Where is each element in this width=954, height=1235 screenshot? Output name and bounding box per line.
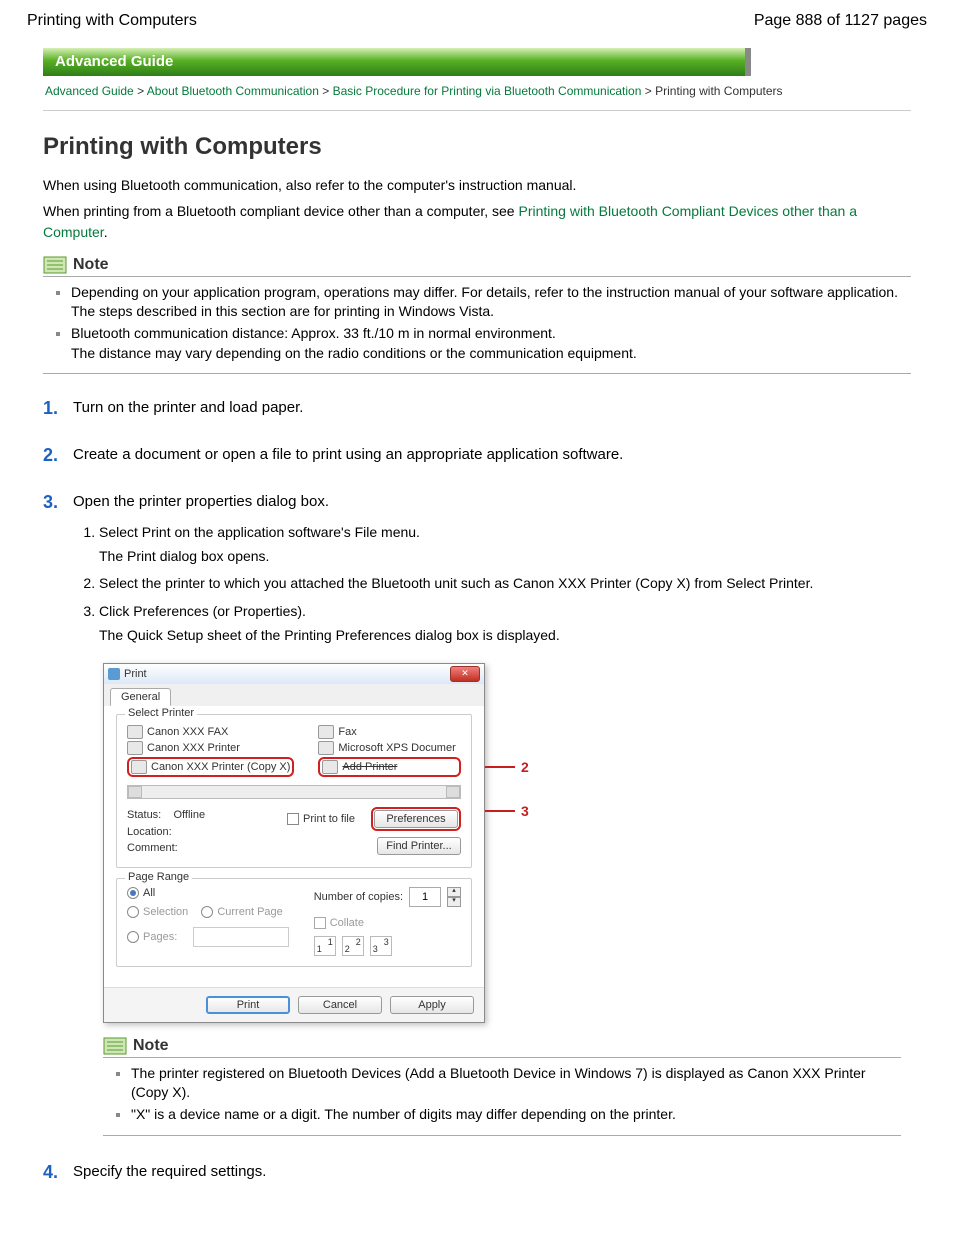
printer-item[interactable]: Canon XXX Printer	[127, 741, 294, 755]
collate-illustration: 11 22 33	[314, 936, 461, 956]
breadcrumb: Advanced Guide > About Bluetooth Communi…	[43, 76, 911, 111]
header-right: Page 888 of 1127 pages	[754, 12, 927, 30]
inner-note-heading: Note	[103, 1037, 901, 1058]
location-label: Location:	[127, 824, 205, 841]
radio-pages: Pages:	[127, 931, 177, 943]
step-1-text: Turn on the printer and load paper.	[73, 398, 303, 416]
breadcrumb-sep: >	[645, 84, 655, 98]
add-icon	[322, 760, 338, 774]
inner-note-2: "X" is a device name or a digit. The num…	[131, 1106, 676, 1122]
print-dialog: Print ✕ General Select Printer	[103, 663, 485, 1023]
inner-note-label: Note	[133, 1037, 169, 1055]
group-title-select-printer: Select Printer	[125, 707, 197, 719]
radio-current-page: Current Page	[201, 906, 282, 918]
breadcrumb-link-1[interactable]: Advanced Guide	[45, 84, 134, 98]
step-3: 3. Open the printer properties dialog bo…	[43, 492, 911, 1135]
step-3-number: 3.	[43, 492, 63, 513]
comment-label: Comment:	[127, 840, 205, 857]
pages-input[interactable]	[193, 927, 289, 947]
radio-selection: Selection	[127, 906, 188, 918]
callout-3: 3	[521, 803, 529, 819]
printer-item[interactable]: Microsoft XPS Documer	[318, 741, 461, 755]
callout-2: 2	[521, 759, 529, 775]
apply-button[interactable]: Apply	[390, 996, 474, 1014]
step-4-text: Specify the required settings.	[73, 1162, 266, 1180]
note-item-1b: The steps described in this section are …	[71, 303, 494, 319]
note-list: Depending on your application program, o…	[43, 283, 911, 374]
step-3-text: Open the printer properties dialog box.	[73, 492, 329, 510]
note-item-1a: Depending on your application program, o…	[71, 284, 898, 300]
note-icon	[103, 1037, 127, 1055]
breadcrumb-sep: >	[322, 84, 332, 98]
note-label: Note	[73, 256, 109, 274]
breadcrumb-link-2[interactable]: About Bluetooth Communication	[147, 84, 319, 98]
status-value: Offline	[173, 809, 205, 821]
printer-icon	[131, 760, 147, 774]
dialog-titlebar[interactable]: Print ✕	[104, 664, 484, 684]
header-left: Printing with Computers	[27, 12, 197, 30]
print-button[interactable]: Print	[206, 996, 290, 1014]
breadcrumb-link-3[interactable]: Basic Procedure for Printing via Bluetoo…	[333, 84, 642, 98]
step-4-number: 4.	[43, 1162, 63, 1183]
step-2: 2. Create a document or open a file to p…	[43, 445, 911, 466]
group-title-page-range: Page Range	[125, 871, 192, 883]
find-printer-button[interactable]: Find Printer...	[377, 837, 461, 855]
printer-icon	[127, 741, 143, 755]
copies-spinner[interactable]: ▴▾	[447, 887, 461, 907]
tab-general[interactable]: General	[110, 688, 171, 706]
print-to-file-checkbox[interactable]: Print to file	[287, 813, 355, 825]
dialog-title: Print	[124, 668, 147, 680]
copies-label: Number of copies:	[314, 891, 403, 903]
page-title: Printing with Computers	[43, 133, 911, 161]
dialog-callouts: 2 3	[485, 663, 529, 819]
status-label: Status:	[127, 809, 161, 821]
substep-1: Select Print on the application software…	[99, 523, 911, 566]
printer-icon	[108, 668, 120, 680]
add-printer-item[interactable]: Add Printer	[318, 757, 461, 777]
collate-checkbox: Collate	[314, 917, 364, 929]
printer-icon	[318, 741, 334, 755]
fax-icon	[318, 725, 334, 739]
note-item-2a: Bluetooth communication distance: Approx…	[71, 325, 556, 341]
chevron-down-icon[interactable]: ▾	[447, 897, 461, 907]
group-page-range: Page Range All Selection Current Page	[116, 878, 472, 967]
inner-note-1: The printer registered on Bluetooth Devi…	[131, 1065, 866, 1101]
substep-3: Click Preferences (or Properties). The Q…	[99, 602, 911, 645]
step-4: 4. Specify the required settings.	[43, 1162, 911, 1183]
substep-2: Select the printer to which you attached…	[99, 574, 911, 594]
step-1: 1. Turn on the printer and load paper.	[43, 398, 911, 419]
horizontal-scrollbar[interactable]	[127, 785, 461, 799]
note-icon	[43, 256, 67, 274]
preferences-button[interactable]: Preferences	[374, 810, 458, 828]
breadcrumb-current: Printing with Computers	[655, 84, 782, 98]
step-2-number: 2.	[43, 445, 63, 466]
step-2-text: Create a document or open a file to prin…	[73, 445, 623, 463]
note-item-2b: The distance may vary depending on the r…	[71, 345, 637, 361]
printer-item-selected[interactable]: Canon XXX Printer (Copy X)	[127, 757, 294, 777]
note-heading: Note	[43, 256, 911, 277]
printer-item[interactable]: Fax	[318, 725, 461, 739]
cancel-button[interactable]: Cancel	[298, 996, 382, 1014]
guide-bar: Advanced Guide	[43, 48, 751, 76]
group-select-printer: Select Printer Canon XXX FAX Canon XXX P…	[116, 714, 472, 868]
step-1-number: 1.	[43, 398, 63, 419]
printer-item[interactable]: Canon XXX FAX	[127, 725, 294, 739]
close-icon[interactable]: ✕	[450, 666, 480, 682]
intro-paragraph-1: When using Bluetooth communication, also…	[43, 175, 911, 195]
copies-input[interactable]	[409, 887, 441, 907]
intro-paragraph-2: When printing from a Bluetooth compliant…	[43, 201, 911, 242]
printer-icon	[127, 725, 143, 739]
radio-all[interactable]: All	[127, 887, 155, 899]
breadcrumb-sep: >	[137, 84, 147, 98]
chevron-up-icon[interactable]: ▴	[447, 887, 461, 897]
